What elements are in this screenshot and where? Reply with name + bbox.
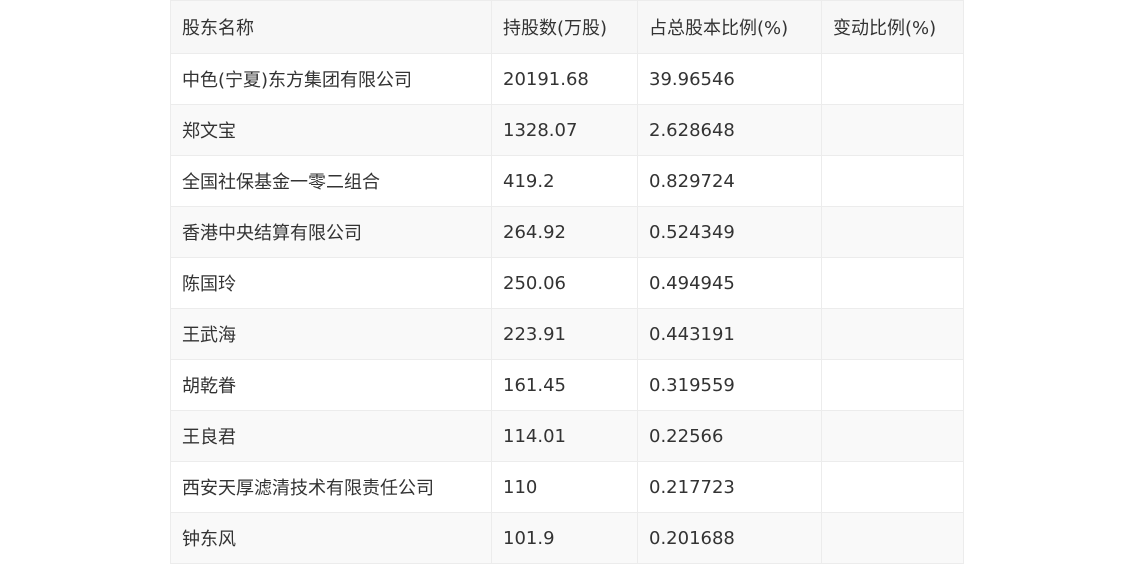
cell-shares-held: 250.06 — [491, 257, 638, 309]
header-shareholder-name: 股东名称 — [170, 0, 492, 54]
cell-share-ratio: 0.443191 — [637, 308, 822, 360]
cell-change-ratio — [821, 155, 964, 207]
cell-share-ratio: 0.829724 — [637, 155, 822, 207]
cell-change-ratio — [821, 206, 964, 258]
table-row: 中色(宁夏)东方集团有限公司 20191.68 39.96546 — [170, 53, 964, 105]
cell-shareholder-name: 中色(宁夏)东方集团有限公司 — [170, 53, 492, 105]
table-row: 全国社保基金一零二组合 419.2 0.829724 — [170, 155, 964, 207]
cell-share-ratio: 0.524349 — [637, 206, 822, 258]
table-row: 王良君 114.01 0.22566 — [170, 410, 964, 462]
cell-change-ratio — [821, 104, 964, 156]
table-row: 西安天厚滤清技术有限责任公司 110 0.217723 — [170, 461, 964, 513]
cell-shareholder-name: 王良君 — [170, 410, 492, 462]
table-row: 钟东风 101.9 0.201688 — [170, 512, 964, 564]
cell-shareholder-name: 胡乾眷 — [170, 359, 492, 411]
cell-shareholder-name: 郑文宝 — [170, 104, 492, 156]
cell-share-ratio: 0.201688 — [637, 512, 822, 564]
table-row: 郑文宝 1328.07 2.628648 — [170, 104, 964, 156]
cell-shares-held: 223.91 — [491, 308, 638, 360]
table-header-row: 股东名称 持股数(万股) 占总股本比例(%) 变动比例(%) — [170, 0, 964, 54]
cell-shares-held: 20191.68 — [491, 53, 638, 105]
cell-share-ratio: 0.22566 — [637, 410, 822, 462]
header-change-ratio: 变动比例(%) — [821, 0, 964, 54]
header-shares-held: 持股数(万股) — [491, 0, 638, 54]
shareholder-table: 股东名称 持股数(万股) 占总股本比例(%) 变动比例(%) 中色(宁夏)东方集… — [170, 0, 964, 564]
cell-change-ratio — [821, 410, 964, 462]
cell-change-ratio — [821, 512, 964, 564]
cell-change-ratio — [821, 53, 964, 105]
shareholder-table-container: 股东名称 持股数(万股) 占总股本比例(%) 变动比例(%) 中色(宁夏)东方集… — [170, 0, 964, 564]
cell-shares-held: 419.2 — [491, 155, 638, 207]
cell-change-ratio — [821, 308, 964, 360]
cell-share-ratio: 0.217723 — [637, 461, 822, 513]
header-share-ratio: 占总股本比例(%) — [637, 0, 822, 54]
cell-change-ratio — [821, 257, 964, 309]
cell-share-ratio: 0.494945 — [637, 257, 822, 309]
cell-shares-held: 114.01 — [491, 410, 638, 462]
cell-shares-held: 101.9 — [491, 512, 638, 564]
cell-shareholder-name: 钟东风 — [170, 512, 492, 564]
cell-share-ratio: 39.96546 — [637, 53, 822, 105]
table-row: 王武海 223.91 0.443191 — [170, 308, 964, 360]
cell-share-ratio: 0.319559 — [637, 359, 822, 411]
cell-change-ratio — [821, 461, 964, 513]
table-row: 胡乾眷 161.45 0.319559 — [170, 359, 964, 411]
cell-shares-held: 264.92 — [491, 206, 638, 258]
cell-shares-held: 161.45 — [491, 359, 638, 411]
table-row: 香港中央结算有限公司 264.92 0.524349 — [170, 206, 964, 258]
cell-shareholder-name: 陈国玲 — [170, 257, 492, 309]
cell-shareholder-name: 香港中央结算有限公司 — [170, 206, 492, 258]
cell-shares-held: 110 — [491, 461, 638, 513]
cell-shareholder-name: 全国社保基金一零二组合 — [170, 155, 492, 207]
table-row: 陈国玲 250.06 0.494945 — [170, 257, 964, 309]
cell-share-ratio: 2.628648 — [637, 104, 822, 156]
cell-shares-held: 1328.07 — [491, 104, 638, 156]
cell-shareholder-name: 王武海 — [170, 308, 492, 360]
cell-shareholder-name: 西安天厚滤清技术有限责任公司 — [170, 461, 492, 513]
cell-change-ratio — [821, 359, 964, 411]
